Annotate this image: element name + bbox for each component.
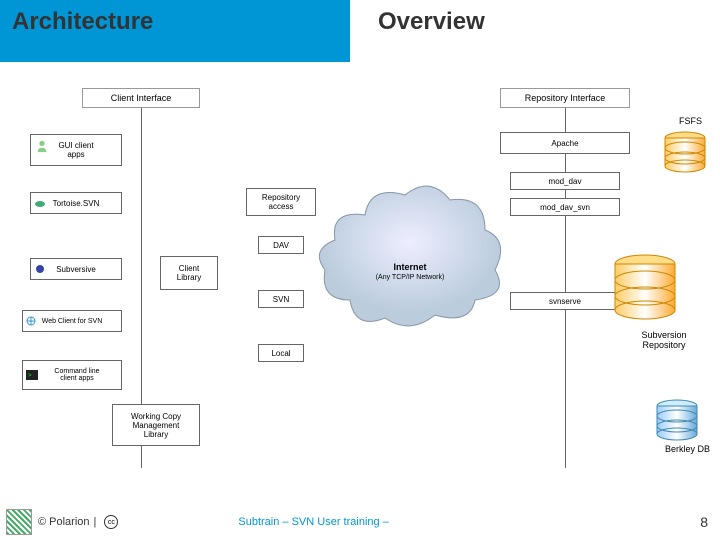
client-library-box: Client Library	[160, 256, 218, 290]
local-box: Local	[258, 344, 304, 362]
subversion-repo-icon	[610, 254, 680, 324]
internet-cloud	[310, 160, 510, 360]
svnserve-box: svnserve	[510, 292, 620, 310]
gui-client-apps-box: GUI client apps	[30, 134, 122, 166]
tortoise-box: Tortoise.SVN	[30, 192, 122, 214]
web-client-box: Web Client for SVN	[22, 310, 122, 332]
fsfs-label: FSFS	[679, 116, 702, 126]
terminal-icon: >	[26, 370, 38, 380]
cmdline-label: Command line client apps	[54, 368, 99, 382]
berkley-db-icon	[654, 398, 700, 442]
footer-training: Subtrain – SVN User training –	[238, 516, 388, 528]
title-architecture: Architecture	[12, 8, 153, 36]
svn-box: SVN	[258, 290, 304, 308]
globe-icon	[26, 316, 36, 326]
gui-client-apps-label: GUI client apps	[58, 141, 93, 159]
internet-label: Internet	[370, 262, 450, 272]
eclipse-icon	[35, 264, 45, 274]
title-overview: Overview	[378, 8, 485, 36]
berkley-db-label: Berkley DB	[665, 444, 710, 454]
working-copy-box: Working Copy Management Library	[112, 404, 200, 446]
apache-box: Apache	[500, 132, 630, 154]
client-interface-header: Client Interface	[82, 88, 200, 108]
dav-box: DAV	[258, 236, 304, 254]
tortoise-icon	[34, 197, 46, 209]
svg-text:>: >	[28, 373, 32, 379]
mod-dav-svn-box: mod_dav_svn	[510, 198, 620, 216]
page-number: 8	[700, 514, 708, 530]
repo-access-box: Repository access	[246, 188, 316, 216]
repository-interface-line	[565, 108, 566, 468]
cmdline-box: > Command line client apps	[22, 360, 122, 390]
web-client-label: Web Client for SVN	[42, 318, 103, 325]
polarion-logo	[6, 509, 32, 535]
internet-subtitle: (Any TCP/IP Network)	[360, 274, 460, 281]
mod-dav-box: mod_dav	[510, 172, 620, 190]
footer: © Polarion | cc Subtrain – SVN User trai…	[0, 504, 720, 540]
cc-icon: cc	[104, 515, 118, 529]
footer-copyright: © Polarion	[38, 516, 90, 528]
fsfs-db-icon	[662, 130, 708, 174]
subversive-box: Subversive	[30, 258, 122, 280]
user-icon	[35, 139, 49, 153]
tortoise-label: Tortoise.SVN	[53, 199, 100, 208]
subversion-repo-label: Subversion Repository	[624, 330, 704, 350]
subversive-label: Subversive	[56, 265, 96, 274]
repository-interface-header: Repository Interface	[500, 88, 630, 108]
